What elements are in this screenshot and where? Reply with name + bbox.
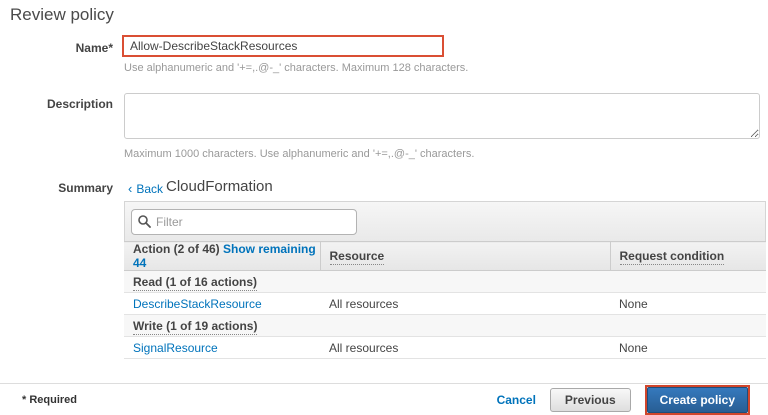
chevron-left-icon: ‹ — [128, 181, 132, 196]
resource-cell: All resources — [329, 297, 398, 311]
column-header-action: Action (2 of 46) Show remaining 44 — [124, 242, 320, 271]
table-row: SignalResource All resources None — [124, 337, 766, 359]
group-row-read: Read (1 of 16 actions) — [124, 271, 766, 293]
policy-summary-table: Action (2 of 46) Show remaining 44 Resou… — [124, 241, 766, 359]
column-header-request-condition: Request condition — [610, 242, 766, 271]
name-help-text: Use alphanumeric and '+=,.@-_' character… — [124, 62, 468, 74]
action-link-describestackresource[interactable]: DescribeStackResource — [133, 297, 262, 311]
name-field-highlight — [122, 35, 444, 57]
create-policy-button[interactable]: Create policy — [647, 387, 748, 413]
description-label: Description — [0, 97, 113, 111]
summary-panel: Action (2 of 46) Show remaining 44 Resou… — [124, 201, 766, 359]
footer-bar: * Required Cancel Previous Create policy — [0, 383, 768, 415]
resource-cell: All resources — [329, 341, 398, 355]
table-header-row: Action (2 of 46) Show remaining 44 Resou… — [124, 242, 766, 271]
description-textarea[interactable] — [124, 93, 760, 139]
previous-button[interactable]: Previous — [550, 388, 631, 412]
back-link[interactable]: ‹ Back — [128, 181, 163, 196]
group-header-write: Write (1 of 19 actions) — [133, 319, 257, 335]
page-title: Review policy — [10, 5, 114, 25]
filter-toolbar — [124, 201, 766, 241]
column-header-resource: Resource — [320, 242, 610, 271]
filter-input[interactable] — [131, 209, 357, 235]
condition-cell: None — [619, 341, 648, 355]
condition-cell: None — [619, 297, 648, 311]
cancel-button[interactable]: Cancel — [497, 393, 536, 407]
action-link-signalresource[interactable]: SignalResource — [133, 341, 218, 355]
table-row: DescribeStackResource All resources None — [124, 293, 766, 315]
create-policy-highlight: Create policy — [645, 385, 750, 415]
group-header-read: Read (1 of 16 actions) — [133, 275, 257, 291]
required-note: * Required — [22, 394, 77, 406]
review-policy-page: Review policy Name* Use alphanumeric and… — [0, 0, 768, 415]
group-row-write: Write (1 of 19 actions) — [124, 315, 766, 337]
service-title: CloudFormation — [166, 178, 273, 195]
back-link-label: Back — [136, 182, 163, 196]
description-help-text: Maximum 1000 characters. Use alphanumeri… — [124, 148, 474, 160]
name-label: Name* — [0, 41, 113, 55]
name-input[interactable] — [124, 37, 442, 55]
summary-label: Summary — [0, 181, 113, 195]
